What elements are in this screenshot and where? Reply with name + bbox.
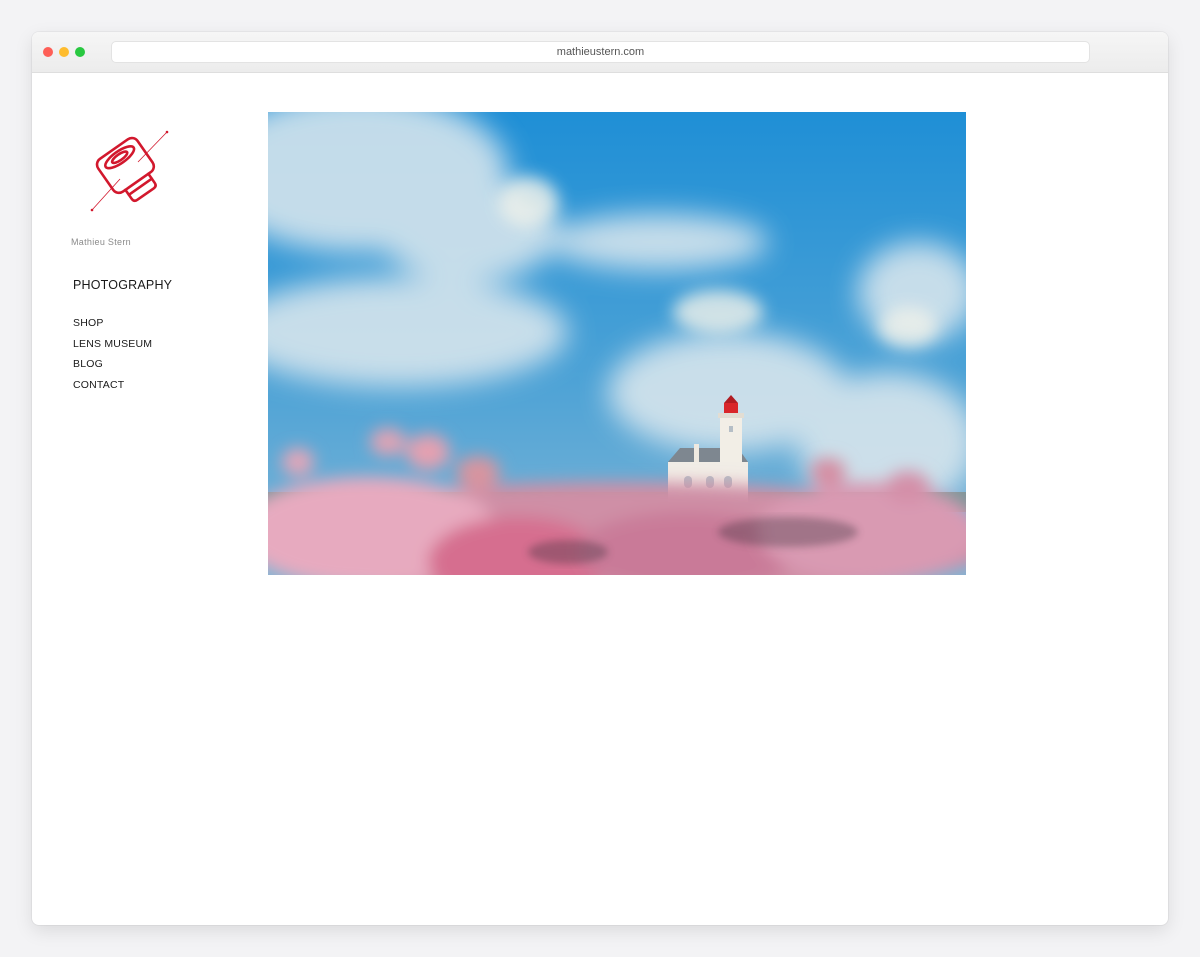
browser-window: mathieustern.com Mathieu Stern PHOTOGRAP…	[32, 32, 1168, 925]
close-window-button[interactable]	[43, 47, 53, 57]
camera-lens-logo-icon[interactable]	[80, 124, 180, 219]
site-name[interactable]: Mathieu Stern	[71, 237, 131, 247]
minimize-window-button[interactable]	[59, 47, 69, 57]
address-bar[interactable]: mathieustern.com	[111, 41, 1090, 63]
nav-item-shop[interactable]: SHOP	[73, 317, 152, 338]
maximize-window-button[interactable]	[75, 47, 85, 57]
browser-titlebar: mathieustern.com	[32, 32, 1168, 73]
nav-list: SHOP LENS MUSEUM BLOG CONTACT	[73, 317, 152, 399]
nav-item-lens-museum[interactable]: LENS MUSEUM	[73, 338, 152, 359]
nav-item-contact[interactable]: CONTACT	[73, 379, 152, 400]
nav-item-photography[interactable]: PHOTOGRAPHY	[73, 278, 172, 292]
address-bar-url: mathieustern.com	[556, 46, 645, 58]
nav-item-blog[interactable]: BLOG	[73, 358, 152, 379]
hero-photo[interactable]	[268, 112, 966, 575]
